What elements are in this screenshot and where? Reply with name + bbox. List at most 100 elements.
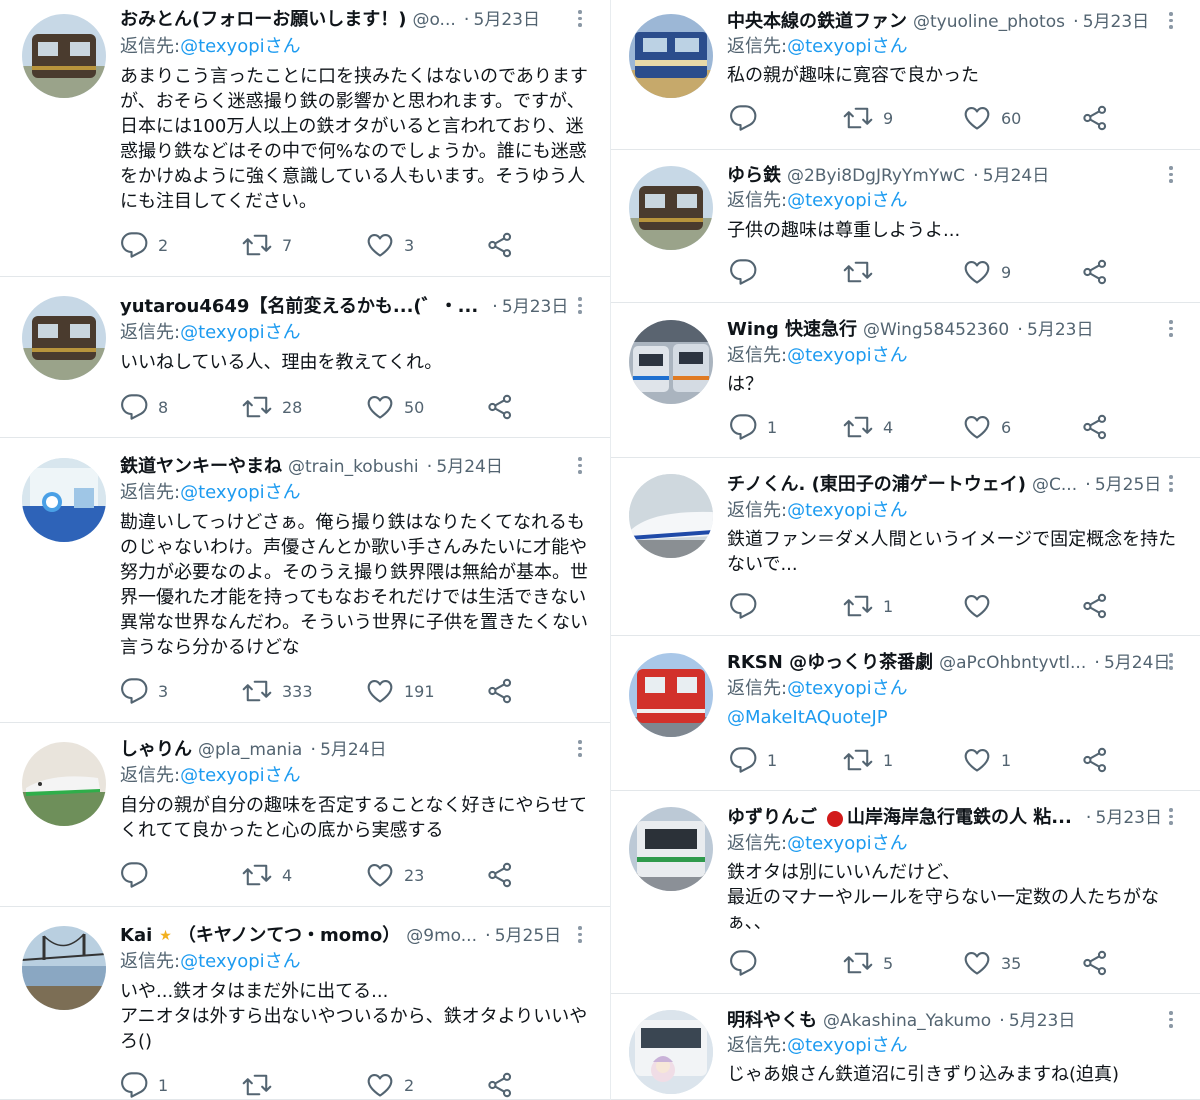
retweet-button[interactable]: 5 bbox=[843, 948, 893, 978]
share-button[interactable] bbox=[1081, 745, 1109, 775]
user-handle[interactable]: @2Byi8DgJRyYmYwC bbox=[787, 162, 965, 190]
retweet-button[interactable]: 1 bbox=[843, 591, 893, 621]
user-handle[interactable]: @Wing58452360 bbox=[863, 316, 1009, 344]
tweet[interactable]: ゆら鉄 @2Byi8DgJRyYmYwC · 5月24日 返信先:@texyopiさん子… bbox=[611, 150, 1200, 303]
tweet-date[interactable]: 5月23日 bbox=[1083, 8, 1149, 36]
more-icon[interactable] bbox=[575, 297, 585, 317]
tweet[interactable]: おみとん(フォローお願いします！) @o... · 5月23日 返信先:@texyopi… bbox=[0, 0, 610, 277]
retweet-button[interactable]: 7 bbox=[242, 230, 292, 260]
tweet-date[interactable]: 5月24日 bbox=[436, 453, 502, 481]
share-button[interactable] bbox=[486, 860, 514, 890]
reply-button[interactable]: 1 bbox=[729, 745, 777, 775]
reply-to-link[interactable]: @texyopiさん bbox=[787, 190, 908, 211]
display-name[interactable]: ゆら鉄 bbox=[727, 162, 781, 190]
tweet[interactable]: しゃりん @pla_mania · 5月24日 返信先:@texyopiさん 自分の親が自… bbox=[0, 723, 610, 907]
reply-button[interactable] bbox=[120, 860, 148, 890]
display-name-suffix[interactable]: （キヤノンてつ・momo） bbox=[178, 922, 400, 950]
avatar[interactable] bbox=[629, 320, 713, 404]
tweet-date[interactable]: 5月23日 bbox=[502, 293, 568, 321]
share-button[interactable] bbox=[486, 392, 514, 422]
tweet-date[interactable]: 5月24日 bbox=[320, 736, 386, 764]
more-icon[interactable] bbox=[575, 457, 585, 477]
tweet[interactable]: 明科やくも @Akashina_Yakumo · 5月23日 返信先:@texyopiさ… bbox=[611, 994, 1200, 1100]
user-handle[interactable]: @train_kobushi bbox=[288, 453, 419, 481]
avatar[interactable] bbox=[22, 458, 106, 542]
like-button[interactable]: 6 bbox=[963, 412, 1011, 442]
user-handle[interactable]: @Akashina_Yakumo bbox=[823, 1007, 991, 1035]
retweet-button[interactable]: 1 bbox=[843, 745, 893, 775]
more-icon[interactable] bbox=[1166, 475, 1176, 495]
user-handle[interactable]: @aPcOhbntyvtl... bbox=[939, 649, 1086, 677]
reply-button[interactable]: 8 bbox=[120, 392, 168, 422]
avatar[interactable] bbox=[629, 14, 713, 98]
tweet-date[interactable]: 5月23日 bbox=[1009, 1007, 1075, 1035]
more-icon[interactable] bbox=[575, 740, 585, 760]
reply-button[interactable] bbox=[729, 591, 757, 621]
share-button[interactable] bbox=[486, 1070, 514, 1100]
display-name[interactable]: しゃりん bbox=[120, 736, 192, 764]
share-button[interactable] bbox=[1081, 591, 1109, 621]
retweet-button[interactable]: 9 bbox=[843, 103, 893, 133]
more-icon[interactable] bbox=[1166, 12, 1176, 32]
avatar[interactable] bbox=[22, 296, 106, 380]
user-handle[interactable]: @tyuoline_photos bbox=[913, 8, 1065, 36]
display-name[interactable]: Wing 快速急行 bbox=[727, 316, 857, 344]
share-button[interactable] bbox=[486, 230, 514, 260]
more-icon[interactable] bbox=[1166, 166, 1176, 186]
avatar[interactable] bbox=[629, 474, 713, 558]
retweet-button[interactable] bbox=[242, 1070, 272, 1100]
avatar[interactable] bbox=[22, 14, 106, 98]
more-icon[interactable] bbox=[575, 926, 585, 946]
reply-button[interactable]: 1 bbox=[120, 1070, 168, 1100]
more-icon[interactable] bbox=[1166, 320, 1176, 340]
like-button[interactable]: 3 bbox=[366, 230, 414, 260]
reply-button[interactable]: 2 bbox=[120, 230, 168, 260]
reply-to-link[interactable]: @texyopiさん bbox=[180, 322, 301, 343]
tweet-date[interactable]: 5月23日 bbox=[1027, 316, 1093, 344]
reply-button[interactable]: 3 bbox=[120, 676, 168, 706]
retweet-button[interactable] bbox=[843, 257, 873, 287]
like-button[interactable]: 191 bbox=[366, 676, 435, 706]
reply-to-link[interactable]: @texyopiさん bbox=[787, 345, 908, 366]
more-icon[interactable] bbox=[1166, 653, 1176, 673]
share-button[interactable] bbox=[1081, 257, 1109, 287]
like-button[interactable] bbox=[963, 591, 991, 621]
reply-to-link[interactable]: @texyopiさん bbox=[180, 765, 301, 786]
avatar[interactable] bbox=[629, 166, 713, 250]
user-handle[interactable]: @pla_mania bbox=[198, 736, 302, 764]
display-name[interactable]: チノくん. (東田子の浦ゲートウェイ) bbox=[727, 471, 1026, 499]
reply-to-link[interactable]: @texyopiさん bbox=[180, 951, 301, 972]
like-button[interactable]: 2 bbox=[366, 1070, 414, 1100]
display-name[interactable]: 鉄道ヤンキーやまね bbox=[120, 453, 282, 481]
like-button[interactable]: 9 bbox=[963, 257, 1011, 287]
display-name[interactable]: ゆずりんご bbox=[727, 804, 817, 832]
reply-button[interactable] bbox=[729, 103, 757, 133]
tweet[interactable]: Kai ★ （キヤノンてつ・momo） @9mo... · 5月25日 返信先:@texyo… bbox=[0, 907, 610, 1100]
reply-to-link[interactable]: @texyopiさん bbox=[787, 1035, 908, 1056]
tweet-date[interactable]: 5月23日 bbox=[1096, 804, 1162, 832]
display-name[interactable]: おみとん(フォローお願いします！) bbox=[120, 6, 406, 34]
reply-to-link[interactable]: @texyopiさん bbox=[787, 833, 908, 854]
user-handle[interactable]: @C... bbox=[1032, 471, 1077, 499]
retweet-button[interactable]: 4 bbox=[843, 412, 893, 442]
tweet[interactable]: 鉄道ヤンキーやまね @train_kobushi · 5月24日 返信先:@texyop… bbox=[0, 438, 610, 723]
retweet-button[interactable]: 333 bbox=[242, 676, 313, 706]
avatar[interactable] bbox=[22, 926, 106, 1010]
reply-to-link[interactable]: @texyopiさん bbox=[180, 482, 301, 503]
reply-button[interactable]: 1 bbox=[729, 412, 777, 442]
share-button[interactable] bbox=[1081, 948, 1109, 978]
tweet[interactable]: yutarou4649【名前変えるかも...(゛・... · 5月23日 返信先:@t… bbox=[0, 277, 610, 438]
display-name-suffix[interactable]: 山岸海岸急行電鉄の人 粘... bbox=[847, 804, 1072, 832]
reply-to-link[interactable]: @texyopiさん bbox=[787, 36, 908, 57]
tweet-date[interactable]: 5月24日 bbox=[1104, 649, 1170, 677]
tweet-date[interactable]: 5月23日 bbox=[474, 6, 540, 34]
like-button[interactable]: 50 bbox=[366, 392, 424, 422]
tweet[interactable]: Wing 快速急行 @Wing58452360 · 5月23日 返信先:@texyopi… bbox=[611, 303, 1200, 458]
retweet-button[interactable]: 28 bbox=[242, 392, 302, 422]
display-name[interactable]: 明科やくも bbox=[727, 1007, 817, 1035]
tweet[interactable]: RKSN @ゆっくり茶番劇 @aPcOhbntyvtl... · 5月24日 返信先:@… bbox=[611, 636, 1200, 791]
retweet-button[interactable]: 4 bbox=[242, 860, 292, 890]
display-name[interactable]: RKSN @ゆっくり茶番劇 bbox=[727, 649, 933, 677]
tweet[interactable]: チノくん. (東田子の浦ゲートウェイ) @C... · 5月25日 返信先:@texyo… bbox=[611, 458, 1200, 636]
more-icon[interactable] bbox=[1166, 1011, 1176, 1031]
